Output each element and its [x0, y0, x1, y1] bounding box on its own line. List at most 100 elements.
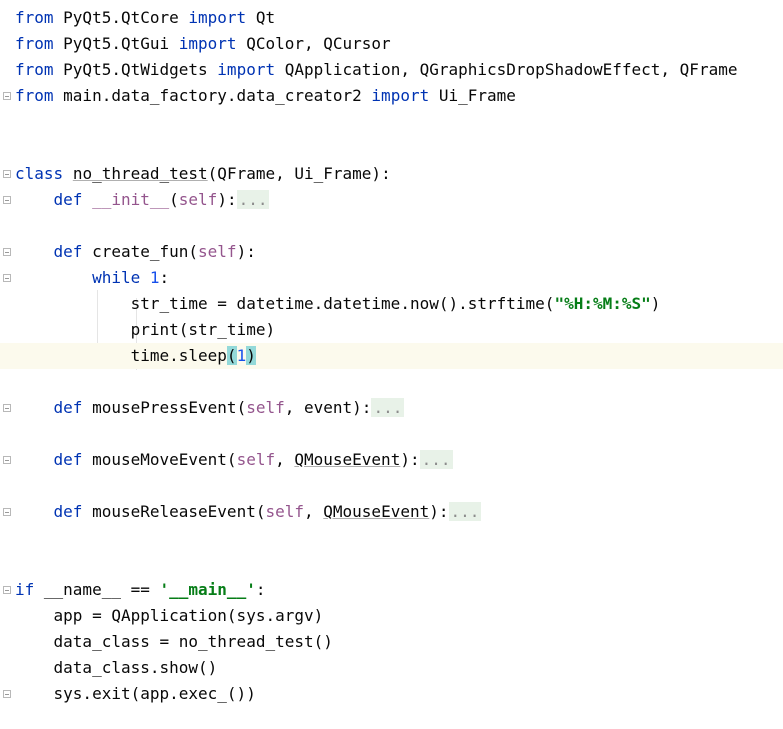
code-line-current[interactable]: time.sleep(1): [0, 343, 783, 369]
code-line[interactable]: class no_thread_test(QFrame, Ui_Frame):: [0, 161, 783, 187]
code-line-text: def mousePressEvent(self, event):...: [15, 395, 405, 421]
code-token: import: [178, 34, 237, 53]
code-token: (QFrame, Ui_Frame):: [207, 164, 391, 183]
code-token: ):: [217, 190, 237, 209]
code-line[interactable]: data_class = no_thread_test(): [0, 629, 783, 655]
code-editor[interactable]: from PyQt5.QtCore import Qt from PyQt5.Qt…: [0, 0, 783, 729]
code-token: data_class = no_thread_test(): [15, 632, 333, 651]
folded-code-placeholder[interactable]: ...: [419, 450, 453, 469]
code-token: QApplication, QGraphicsDropShadowEffect,…: [275, 60, 738, 79]
code-token: sys.exit(app.exec_()): [15, 684, 256, 703]
code-line-text: from PyQt5.QtGui import QColor, QCursor: [15, 31, 391, 57]
code-token: ):: [236, 242, 256, 261]
code-token: Ui_Frame: [429, 86, 516, 105]
code-token: 1: [149, 268, 160, 287]
code-line-text: while 1:: [15, 265, 169, 291]
code-line-text: if __name__ == '__main__':: [15, 577, 265, 603]
code-line[interactable]: [0, 135, 783, 161]
code-line[interactable]: data_class.show(): [0, 655, 783, 681]
code-token: no_thread_test: [72, 164, 208, 183]
code-token: import: [371, 86, 430, 105]
code-token: QColor, QCursor: [236, 34, 391, 53]
code-line[interactable]: [0, 551, 783, 577]
code-token: def: [53, 398, 83, 417]
code-line[interactable]: [0, 421, 783, 447]
code-line-text: from PyQt5.QtWidgets import QApplication…: [15, 57, 737, 83]
code-token: ):: [429, 502, 449, 521]
code-line-text: def mouseMoveEvent(self, QMouseEvent):..…: [15, 447, 453, 473]
code-line[interactable]: str_time = datetime.datetime.now().strft…: [0, 291, 783, 317]
code-token: mouseReleaseEvent(: [82, 502, 266, 521]
code-token: self: [265, 502, 304, 521]
code-token: :: [255, 580, 266, 599]
code-token: from: [15, 8, 54, 27]
code-line[interactable]: def create_fun(self):: [0, 239, 783, 265]
folded-code-placeholder[interactable]: ...: [448, 502, 482, 521]
code-token: ): [650, 294, 661, 313]
code-line-text: print(str_time): [15, 317, 276, 343]
code-line[interactable]: while 1:: [0, 265, 783, 291]
folded-code-placeholder[interactable]: ...: [236, 190, 270, 209]
code-token: (: [169, 190, 179, 209]
code-token: 1: [236, 346, 247, 365]
code-line[interactable]: [0, 369, 783, 395]
code-token: ,: [275, 450, 295, 469]
code-token: data_class.show(): [15, 658, 218, 677]
code-line[interactable]: from PyQt5.QtCore import Qt: [0, 5, 783, 31]
code-token: class: [15, 164, 64, 183]
code-token: ): [246, 346, 256, 365]
code-token: def: [53, 502, 83, 521]
code-token: Qt: [246, 8, 276, 27]
code-line-text: from main.data_factory.data_creator2 imp…: [15, 83, 516, 109]
code-line[interactable]: print(str_time): [0, 317, 783, 343]
code-line[interactable]: from main.data_factory.data_creator2 imp…: [0, 83, 783, 109]
code-token: PyQt5.QtGui: [53, 34, 179, 53]
code-token: if: [15, 580, 35, 599]
code-token: __name__ ==: [34, 580, 160, 599]
code-token: ):: [400, 450, 420, 469]
code-token: from: [15, 34, 54, 53]
code-token: self: [178, 190, 218, 209]
code-line-text: time.sleep(1): [15, 343, 256, 369]
code-token: def: [53, 242, 83, 261]
code-line[interactable]: sys.exit(app.exec_()): [0, 681, 783, 707]
code-token: create_fun(: [82, 242, 199, 261]
folded-code-placeholder[interactable]: ...: [371, 398, 405, 417]
code-token: self: [246, 398, 285, 417]
code-token: def: [53, 450, 83, 469]
code-line-text: def create_fun(self):: [15, 239, 256, 265]
code-line[interactable]: app = QApplication(sys.argv): [0, 603, 783, 629]
code-token: (: [226, 346, 237, 365]
code-token: "%H:%M:%S": [554, 294, 651, 313]
code-token: mousePressEvent(: [82, 398, 247, 417]
code-line[interactable]: def mousePressEvent(self, event):...: [0, 395, 783, 421]
code-token: ,: [304, 502, 324, 521]
code-line-text: def __init__(self):...: [15, 187, 270, 213]
code-token: self: [198, 242, 237, 261]
code-line[interactable]: def mouseReleaseEvent(self, QMouseEvent)…: [0, 499, 783, 525]
code-line-text: app = QApplication(sys.argv): [15, 603, 324, 629]
code-line[interactable]: [0, 525, 783, 551]
code-line[interactable]: [0, 109, 783, 135]
code-token: str_time = datetime.datetime.now().strft…: [15, 294, 555, 313]
code-line[interactable]: def mouseMoveEvent(self, QMouseEvent):..…: [0, 447, 783, 473]
code-token: PyQt5.QtWidgets: [53, 60, 218, 79]
code-token: QMouseEvent: [294, 450, 401, 469]
code-token: app = QApplication(sys.argv): [15, 606, 324, 625]
code-line[interactable]: from PyQt5.QtGui import QColor, QCursor: [0, 31, 783, 57]
code-line-text: class no_thread_test(QFrame, Ui_Frame):: [15, 161, 391, 187]
code-line[interactable]: def __init__(self):...: [0, 187, 783, 213]
code-line[interactable]: [0, 213, 783, 239]
code-line[interactable]: if __name__ == '__main__':: [0, 577, 783, 603]
code-line-text: def mouseReleaseEvent(self, QMouseEvent)…: [15, 499, 482, 525]
code-token: print(str_time): [15, 320, 276, 339]
code-line[interactable]: [0, 473, 783, 499]
code-line[interactable]: from PyQt5.QtWidgets import QApplication…: [0, 57, 783, 83]
code-token: from: [15, 86, 54, 105]
